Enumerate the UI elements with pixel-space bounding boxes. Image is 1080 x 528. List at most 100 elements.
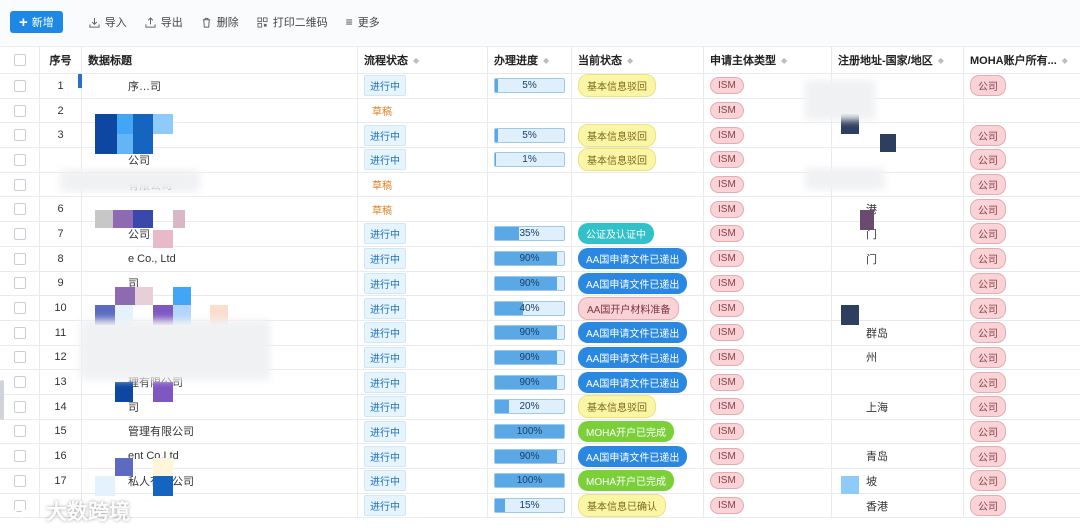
sort-icon[interactable]: ◆ <box>543 56 549 65</box>
flow-status-cell: 进行中 <box>358 246 488 271</box>
moha-owner-tag: 公司 <box>970 198 1006 220</box>
row-checkbox[interactable] <box>13 129 26 142</box>
header-title[interactable]: 数据标题 <box>82 47 358 73</box>
current-state-cell <box>572 172 704 197</box>
row-checkbox[interactable] <box>13 474 26 487</box>
moha-owner-tag: 公司 <box>970 371 1006 393</box>
record-title[interactable]: 序…司 <box>128 78 161 94</box>
row-checkbox[interactable] <box>13 425 26 438</box>
progress-bar: 90% <box>494 325 565 341</box>
progress-label: 20% <box>519 401 540 413</box>
header-progress-label: 办理进度 <box>494 55 538 67</box>
row-checkbox[interactable] <box>13 277 26 290</box>
progress-bar: 90% <box>494 275 565 291</box>
import-label: 导入 <box>104 17 127 29</box>
table-row[interactable]: 进行中 15% 基本信息已确认 ISM 香港 公司 <box>0 493 1080 519</box>
row-checkbox[interactable] <box>13 104 26 117</box>
moha-owner-tag: 公司 <box>970 420 1006 442</box>
record-title[interactable]: 公司 <box>128 152 150 168</box>
current-state-badge: AA国开户材料准备 <box>578 296 680 320</box>
row-checkbox[interactable] <box>13 178 26 191</box>
record-title[interactable]: 管理有限公司 <box>128 423 194 439</box>
flow-status-tag: 进行中 <box>364 346 406 368</box>
row-checkbox[interactable] <box>13 252 26 265</box>
header-flow-status[interactable]: 流程状态 ◆ <box>358 47 488 73</box>
row-checkbox[interactable] <box>13 227 26 240</box>
address-text: 群岛 <box>866 327 888 340</box>
row-checkbox-cell[interactable] <box>0 222 40 246</box>
header-current-state[interactable]: 当前状态 ◆ <box>572 47 704 73</box>
title-cell[interactable]: 管理有限公司 <box>82 419 358 444</box>
moha-owner-cell: 公司 <box>964 494 1080 518</box>
row-checkbox-cell[interactable] <box>0 469 40 493</box>
row-checkbox-cell[interactable] <box>0 271 40 296</box>
seq-cell: 10 <box>40 296 82 320</box>
table-row[interactable]: 9 司进行中 90% AA国申请文件已递出 ISM 公司 <box>0 271 1080 297</box>
header-moha-owner[interactable]: MOHA账户所有... ◆ <box>964 47 1080 73</box>
sort-icon[interactable]: ◆ <box>627 56 633 65</box>
table-row[interactable]: 1 序…司 进行中 5% 基本信息驳回 ISM 公司 <box>0 74 1080 99</box>
row-checkbox-cell[interactable] <box>0 246 40 271</box>
header-address[interactable]: 注册地址-国家/地区 ◆ <box>832 47 964 73</box>
row-checkbox-cell[interactable] <box>0 345 40 370</box>
moha-owner-cell: 公司 <box>964 148 1080 172</box>
sort-icon[interactable]: ◆ <box>938 56 944 65</box>
sort-icon[interactable]: ◆ <box>781 56 787 65</box>
table-row[interactable]: 15 管理有限公司 进行中 100% MOHA开户已完成 ISM 公司 <box>0 419 1080 445</box>
progress-bar: 20% <box>494 399 565 415</box>
row-checkbox-cell[interactable] <box>0 444 40 468</box>
title-cell[interactable]: e Co., Ltd <box>82 246 358 271</box>
row-checkbox-cell[interactable] <box>0 172 40 197</box>
more-button[interactable]: ≡ 更多 <box>346 14 380 30</box>
row-checkbox[interactable] <box>13 203 26 216</box>
row-checkbox-cell[interactable] <box>0 98 40 123</box>
progress-bar: 100% <box>494 473 565 489</box>
export-button[interactable]: 导出 <box>145 14 183 30</box>
row-checkbox-cell[interactable] <box>0 197 40 222</box>
record-title[interactable]: e Co., Ltd <box>128 253 176 265</box>
row-checkbox[interactable] <box>13 302 26 315</box>
row-checkbox-cell[interactable] <box>0 419 40 444</box>
row-checkbox[interactable] <box>13 79 26 92</box>
print-qr-button[interactable]: 打印二维码 <box>257 14 328 30</box>
row-checkbox[interactable] <box>13 351 26 364</box>
header-applicant-type[interactable]: 申请主体类型 ◆ <box>704 47 832 73</box>
applicant-type-tag: ISM <box>710 472 744 490</box>
header-progress[interactable]: 办理进度 ◆ <box>488 47 572 73</box>
add-new-button[interactable]: + 新增 <box>10 11 63 33</box>
seq-number: 1 <box>57 79 64 92</box>
row-checkbox-cell[interactable] <box>0 74 40 98</box>
table-row[interactable]: 8 e Co., Ltd 进行中 90% AA国申请文件已递出 ISM 门 公司 <box>0 246 1080 272</box>
row-checkbox-cell[interactable] <box>0 296 40 320</box>
progress-cell: 100% <box>488 419 572 444</box>
sort-icon[interactable]: ◆ <box>1062 56 1068 65</box>
row-checkbox-cell[interactable] <box>0 320 40 345</box>
applicant-type-tag: ISM <box>710 422 744 440</box>
row-checkbox-cell[interactable] <box>0 394 40 419</box>
flow-status-cell: 进行中 <box>358 419 488 444</box>
delete-button[interactable]: 删除 <box>201 14 239 30</box>
horizontal-scroll-handle[interactable] <box>0 380 4 420</box>
import-button[interactable]: 导入 <box>89 14 127 30</box>
row-checkbox-cell[interactable] <box>0 370 40 394</box>
title-cell[interactable]: 序…司 <box>82 74 358 98</box>
progress-cell <box>488 197 572 222</box>
select-all-checkbox[interactable] <box>13 54 26 66</box>
flow-status-cell: 进行中 <box>358 74 488 98</box>
record-title[interactable]: 公司 <box>128 226 150 242</box>
row-checkbox-cell[interactable] <box>0 148 40 172</box>
row-checkbox[interactable] <box>13 153 26 166</box>
row-checkbox[interactable] <box>13 376 26 389</box>
sort-icon[interactable]: ◆ <box>413 56 419 65</box>
flow-status-tag: 草稿 <box>372 107 392 119</box>
row-checkbox[interactable] <box>13 450 26 463</box>
select-all-checkbox-cell[interactable] <box>0 47 40 73</box>
row-checkbox[interactable] <box>13 326 26 339</box>
redaction-blur <box>80 320 270 380</box>
progress-cell: 5% <box>488 74 572 98</box>
row-checkbox[interactable] <box>13 400 26 413</box>
flow-status-cell: 进行中 <box>358 345 488 370</box>
table-row[interactable]: 6 草稿 ISM 港公司 <box>0 197 1080 223</box>
trash-icon <box>202 17 210 28</box>
row-checkbox-cell[interactable] <box>0 123 40 148</box>
